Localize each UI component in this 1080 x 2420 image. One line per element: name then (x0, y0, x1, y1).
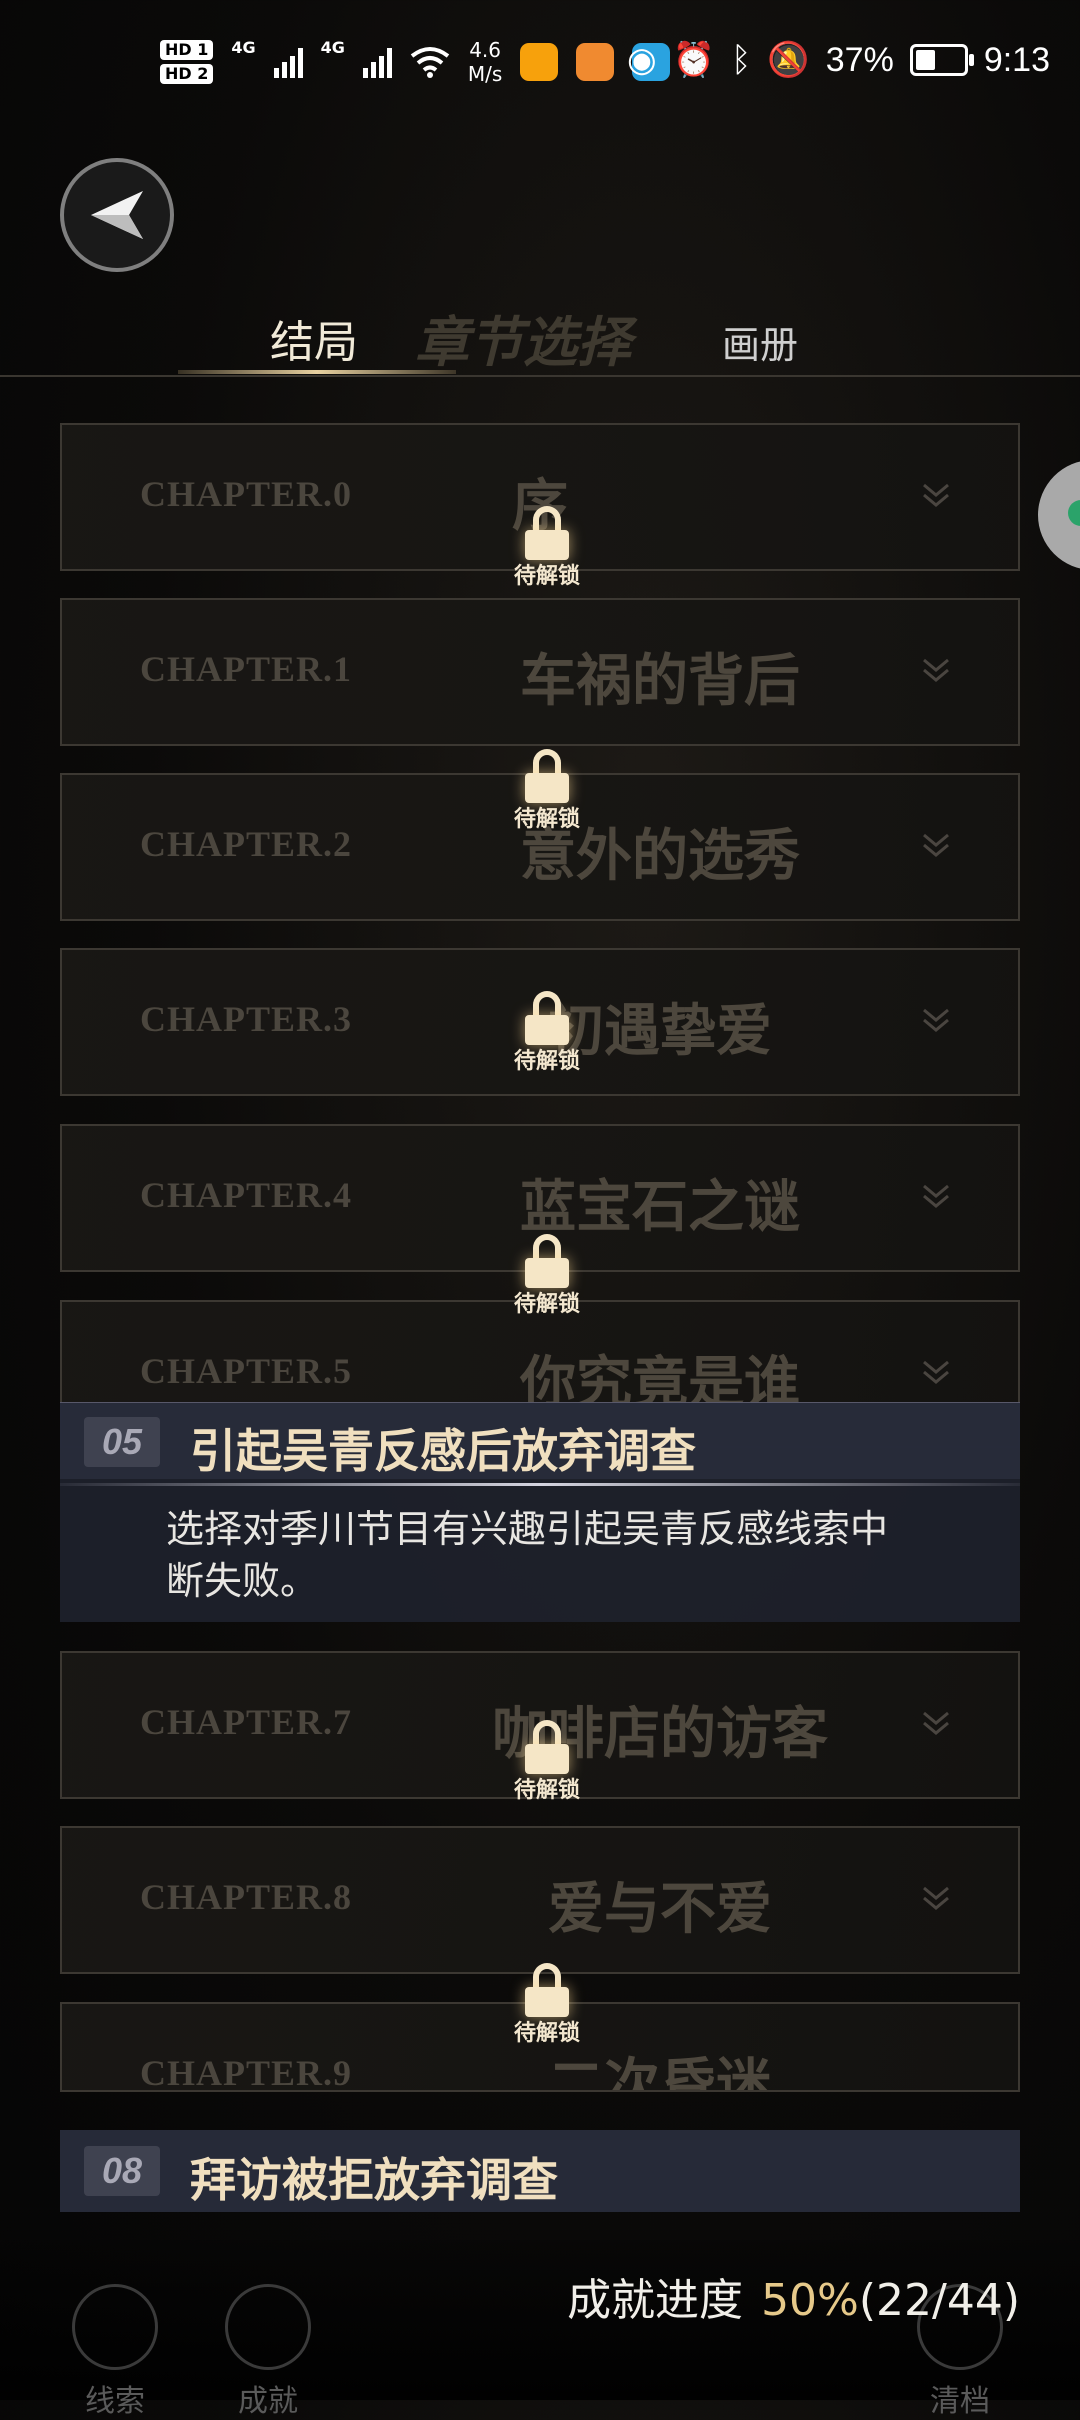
mute-icon: 🔕 (767, 41, 810, 79)
hd2-label: HD 2 (160, 64, 214, 84)
trophy-icon (225, 2284, 311, 2370)
battery-percent: 37% (825, 40, 894, 79)
chevron-down-icon (923, 1360, 949, 1384)
signal-icon (273, 46, 303, 78)
back-button[interactable] (60, 158, 174, 272)
back-arrow-icon (91, 191, 143, 239)
ending-badge: 05 (84, 1417, 160, 1467)
sig1-label: 4G (231, 38, 256, 57)
status-left: HD 1 HD 2 4G 4G 4.6 M/s (160, 38, 671, 86)
ending-title: 引起吴青反感后放弃调查 (190, 1424, 696, 1478)
lock-label: 待解锁 (513, 564, 580, 589)
clock: 9:13 (983, 40, 1050, 79)
eye-icon: ◉ (626, 41, 657, 79)
chapter-title: 车祸的背后 (520, 648, 800, 714)
ending-card[interactable]: 05 引起吴青反感后放弃调查 选择对季川节目有兴趣引起吴青反感线索中断失败。 (60, 1402, 1020, 1622)
lock-label: 待解锁 (513, 2021, 580, 2046)
ending-badge: 08 (84, 2146, 160, 2196)
lock-icon: 待解锁 (502, 743, 592, 833)
lock-label: 待解锁 (513, 1778, 580, 1803)
lock-label: 待解锁 (513, 807, 580, 832)
chapter-title: 二次昏迷 (548, 2052, 772, 2092)
network-speed-value: 4.6 (469, 38, 502, 62)
chapter-title: 爱与不爱 (548, 1876, 772, 1942)
lock-label: 待解锁 (513, 1049, 580, 1074)
ending-description: 选择对季川节目有兴趣引起吴青反感线索中断失败。 (166, 1507, 889, 1603)
nav-clues-label: 线索 (85, 2384, 145, 2419)
achievement-progress: 成就进度 50%(22/44) (567, 2264, 1020, 2328)
network-speed: 4.6 M/s (468, 38, 502, 86)
bottom-bar: 线索 成就 清档 成就进度 50%(22/44) (0, 2240, 1080, 2419)
tab-chapter-select[interactable]: 章节选择 (415, 298, 631, 377)
status-bar: HD 1 HD 2 4G 4G 4.6 M/s ◉ ⏰ ᛒ 🔕 37% 9:13 (0, 0, 1080, 130)
tab-album[interactable]: 画册 (722, 314, 798, 369)
tab-bar: 结局 章节选择 画册 (0, 300, 1080, 377)
clues-icon (72, 2284, 158, 2370)
chevron-down-icon (923, 1184, 949, 1208)
lock-icon: 待解锁 (502, 1957, 592, 2047)
weibo-app-icon (520, 43, 559, 81)
nav-clear-label: 清档 (930, 2384, 990, 2419)
hd-indicator: HD 1 HD 2 (160, 40, 214, 84)
video-app-icon (576, 43, 615, 81)
chapter-item[interactable]: CHAPTER.1 车祸的背后 (60, 598, 1020, 746)
progress-percent: 50% (761, 2275, 859, 2326)
chevron-down-icon (923, 1886, 949, 1910)
chevron-down-icon (923, 658, 949, 682)
lock-label: 待解锁 (513, 1292, 580, 1317)
sig2-label: 4G (320, 38, 345, 57)
lock-icon: 待解锁 (502, 500, 592, 590)
lock-icon: 待解锁 (502, 1714, 592, 1804)
chevron-down-icon (923, 1008, 949, 1032)
wifi-icon (410, 47, 450, 78)
chevron-down-icon (923, 1711, 949, 1735)
chevron-down-icon (923, 833, 949, 857)
signal-icon-2 (362, 46, 392, 78)
hd1-label: HD 1 (160, 40, 214, 60)
bluetooth-icon: ᛒ (731, 40, 752, 79)
nav-achievements-label: 成就 (238, 2384, 298, 2419)
progress-label: 成就进度 (567, 2275, 744, 2326)
lock-icon: 待解锁 (502, 985, 592, 1075)
ending-card[interactable]: 08 拜访被拒放弃调查 (60, 2130, 1020, 2212)
ending-title: 拜访被拒放弃调查 (190, 2153, 558, 2207)
battery-icon (909, 44, 974, 76)
network-speed-unit: M/s (467, 62, 503, 86)
lock-icon: 待解锁 (502, 1228, 592, 1318)
status-right: ◉ ⏰ ᛒ 🔕 37% 9:13 (627, 40, 1050, 80)
alarm-icon: ⏰ (672, 41, 715, 79)
active-tab-indicator (178, 370, 456, 374)
progress-count: (22/44) (858, 2275, 1020, 2326)
chevron-down-icon (923, 483, 949, 507)
chapter-item[interactable]: CHAPTER.8 爱与不爱 (60, 1826, 1020, 1974)
divider (60, 1483, 1020, 1486)
floating-assistant-button[interactable] (1038, 460, 1080, 570)
tab-ending[interactable]: 结局 (270, 306, 358, 370)
